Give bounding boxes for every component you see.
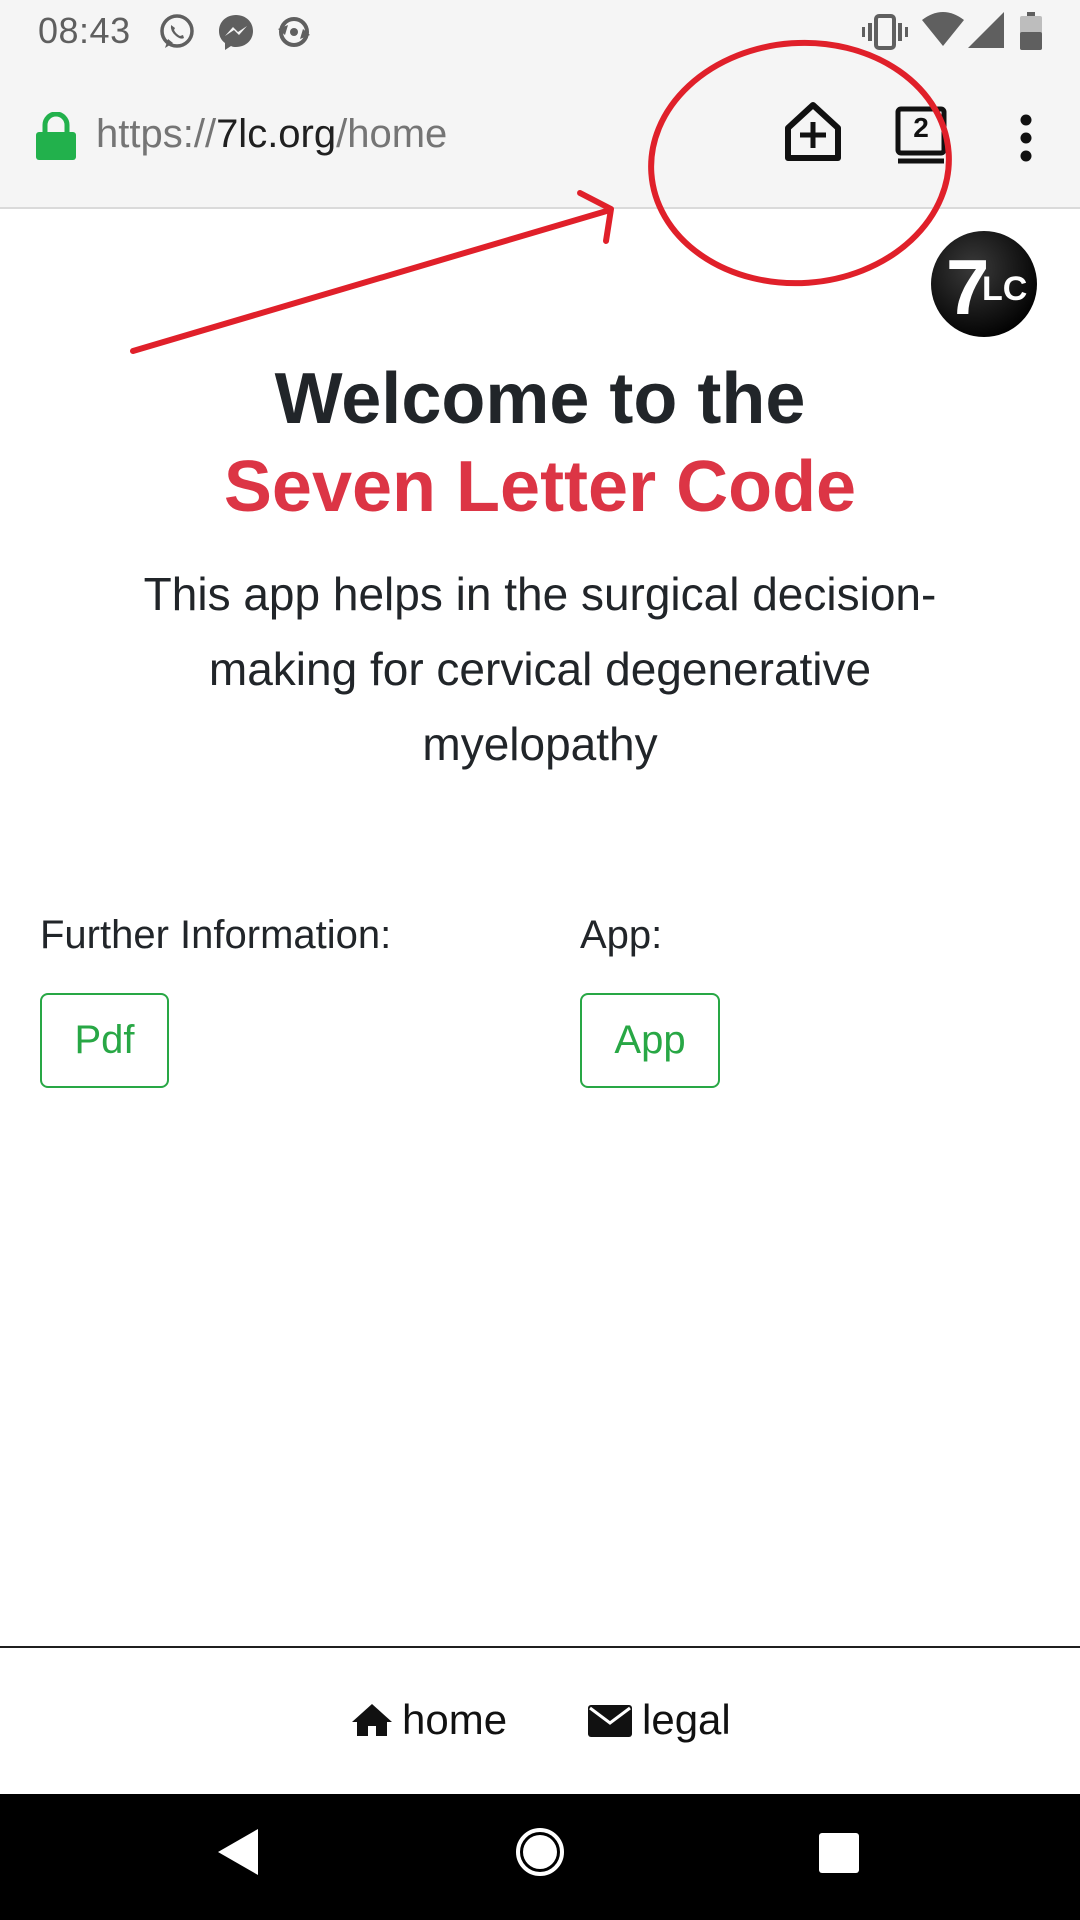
logo-letters: LC	[982, 270, 1027, 308]
annotation-overlay	[130, 39, 952, 354]
site-logo[interactable]: 7 LC	[930, 230, 1038, 338]
recents-icon[interactable]	[818, 1832, 860, 1874]
url-path: /home	[336, 112, 448, 156]
envelope-icon	[588, 1705, 632, 1737]
vibrate-icon	[862, 14, 908, 50]
lock-icon	[36, 112, 76, 160]
app-button[interactable]: App	[580, 993, 720, 1088]
home-icon	[352, 1704, 392, 1736]
page-title-brand: Seven Letter Code	[223, 447, 857, 527]
address-bar[interactable]: https://7lc.org/home	[96, 112, 447, 157]
url-host: 7lc.org	[216, 112, 337, 156]
page-title-line1: Welcome to the	[274, 359, 806, 439]
whatsapp-icon	[160, 14, 194, 48]
messenger-icon	[219, 15, 253, 50]
signal-icon	[968, 12, 1004, 48]
battery-icon	[1020, 12, 1042, 50]
system-nav-bar	[0, 1794, 1080, 1920]
more-options-icon[interactable]	[1014, 114, 1038, 162]
tab-switcher-button[interactable]: 2	[895, 106, 947, 164]
sync-icon	[278, 17, 310, 47]
browser-toolbar: https://7lc.org/home 2	[0, 62, 1080, 209]
footer-legal-label: legal	[642, 1696, 731, 1743]
back-icon[interactable]	[216, 1827, 262, 1877]
footer-legal-link[interactable]: legal	[588, 1696, 731, 1744]
add-to-home-screen-icon[interactable]	[782, 100, 844, 164]
wifi-icon	[922, 12, 964, 46]
lead-text: This app helps in the surgical decision-…	[143, 568, 937, 770]
further-info-label: Further Information:	[40, 913, 392, 957]
url-scheme: https://	[96, 112, 217, 156]
status-time: 08:43	[38, 10, 131, 51]
footer-nav: home legal	[0, 1646, 1080, 1794]
status-bar: 08:43	[0, 0, 1080, 62]
home-nav-icon[interactable]	[514, 1826, 566, 1878]
footer-home-link[interactable]: home	[352, 1696, 507, 1744]
annotation-arrow-shaft	[130, 207, 613, 354]
page-title: Welcome to the Seven Letter Code	[0, 355, 1080, 531]
app-label: App:	[580, 913, 663, 957]
footer-home-label: home	[402, 1696, 508, 1743]
pdf-button[interactable]: Pdf	[40, 993, 169, 1088]
tab-count: 2	[913, 112, 929, 143]
